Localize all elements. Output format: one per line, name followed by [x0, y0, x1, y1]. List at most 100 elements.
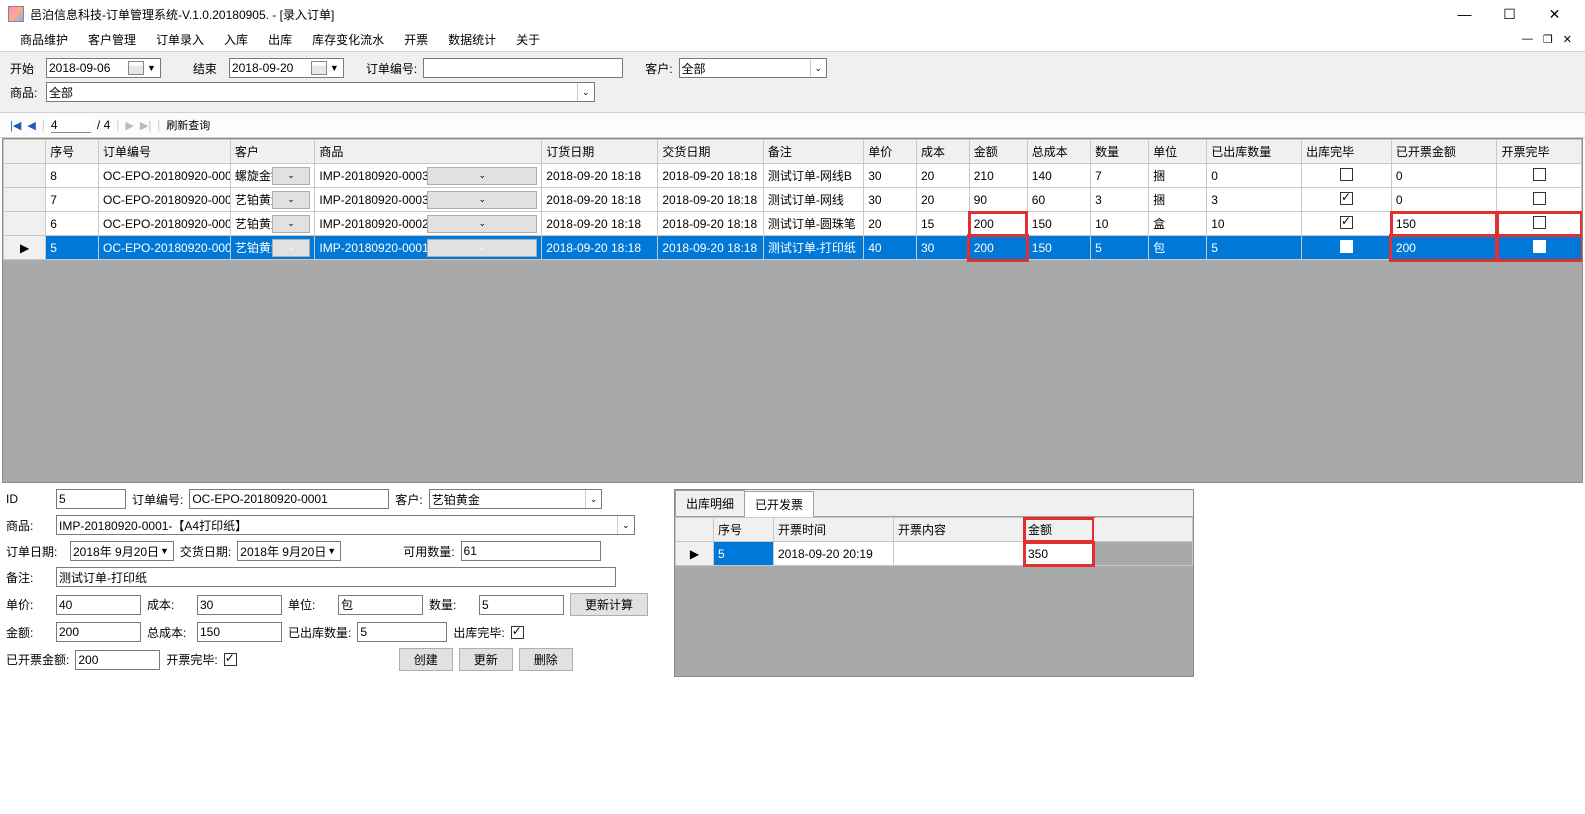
- create-button[interactable]: 创建: [399, 648, 453, 671]
- qty-input[interactable]: [479, 595, 564, 615]
- totalcost-input[interactable]: [197, 622, 282, 642]
- nav-refresh-button[interactable]: 刷新查询: [166, 117, 210, 133]
- mdi-close-icon[interactable]: ✕: [1560, 33, 1575, 46]
- minimize-button[interactable]: —: [1442, 0, 1487, 28]
- table-row[interactable]: 8OC-EPO-20180920-0004螺旋金钢⌄IMP-20180920-0…: [4, 164, 1582, 188]
- column-header[interactable]: 单价: [864, 140, 917, 164]
- menu-item[interactable]: 入库: [214, 29, 258, 50]
- checkbox[interactable]: [1533, 168, 1546, 181]
- chevron-down-icon[interactable]: ▼: [325, 546, 338, 556]
- column-header[interactable]: 序号: [46, 140, 99, 164]
- invoiced-input[interactable]: [75, 650, 160, 670]
- menu-item[interactable]: 商品维护: [10, 29, 78, 50]
- mdi-minimize-icon[interactable]: —: [1519, 33, 1536, 46]
- maximize-button[interactable]: ☐: [1487, 0, 1532, 28]
- column-header[interactable]: 数量: [1091, 140, 1149, 164]
- nav-last-icon[interactable]: ▶|: [140, 119, 151, 132]
- invdone-checkbox[interactable]: [224, 653, 237, 666]
- checkbox[interactable]: [1340, 240, 1353, 253]
- chevron-down-icon[interactable]: ⌄: [585, 490, 602, 508]
- chevron-down-icon[interactable]: ⌄: [272, 167, 311, 185]
- column-header[interactable]: 总成本: [1027, 140, 1090, 164]
- nav-prev-icon[interactable]: ◀: [27, 119, 35, 132]
- column-header[interactable]: 序号: [714, 518, 774, 542]
- menu-item[interactable]: 数据统计: [438, 29, 506, 50]
- end-date-input[interactable]: ▼: [229, 58, 344, 78]
- chevron-down-icon[interactable]: ⌄: [427, 191, 537, 209]
- customer-combo[interactable]: ⌄: [679, 58, 828, 78]
- menu-item[interactable]: 订单录入: [146, 29, 214, 50]
- checkbox[interactable]: [1533, 216, 1546, 229]
- orderno-input[interactable]: [423, 58, 623, 78]
- tab-invoiced[interactable]: 已开发票: [744, 491, 814, 517]
- column-header[interactable]: 订单编号: [98, 140, 230, 164]
- outqty-input[interactable]: [357, 622, 447, 642]
- nav-next-icon[interactable]: ▶: [125, 119, 133, 132]
- chevron-down-icon[interactable]: ⌄: [272, 191, 311, 209]
- column-header[interactable]: 交货日期: [658, 140, 764, 164]
- menu-item[interactable]: 开票: [394, 29, 438, 50]
- chevron-down-icon[interactable]: ⌄: [427, 239, 537, 257]
- mdi-restore-icon[interactable]: ❐: [1540, 33, 1556, 46]
- column-header[interactable]: 金额: [969, 140, 1027, 164]
- price-input[interactable]: [56, 595, 141, 615]
- chevron-down-icon[interactable]: ⌄: [427, 215, 537, 233]
- available-input[interactable]: [461, 541, 601, 561]
- orderdate-input[interactable]: ▼: [70, 541, 174, 561]
- column-header[interactable]: 客户: [230, 140, 314, 164]
- checkbox[interactable]: [1340, 168, 1353, 181]
- chevron-down-icon[interactable]: ⌄: [272, 239, 311, 257]
- chevron-down-icon[interactable]: ▼: [145, 63, 158, 73]
- column-header[interactable]: 备注: [763, 140, 863, 164]
- column-header[interactable]: 开票内容: [894, 518, 1024, 542]
- unit-input[interactable]: [338, 595, 423, 615]
- chevron-down-icon[interactable]: ▼: [158, 546, 171, 556]
- column-header[interactable]: 已出库数量: [1207, 140, 1302, 164]
- deliverydate-input[interactable]: ▼: [237, 541, 341, 561]
- table-row[interactable]: 7OC-EPO-20180920-0003艺铂黄金⌄IMP-20180920-0…: [4, 188, 1582, 212]
- menu-item[interactable]: 出库: [258, 29, 302, 50]
- amount-input[interactable]: [56, 622, 141, 642]
- chevron-down-icon[interactable]: ⌄: [272, 215, 311, 233]
- product-combo[interactable]: ⌄: [46, 82, 595, 102]
- column-header[interactable]: 已开票金额: [1391, 140, 1497, 164]
- chevron-down-icon[interactable]: ▼: [328, 63, 341, 73]
- chevron-down-icon[interactable]: ⌄: [617, 516, 634, 534]
- orderno-input[interactable]: [189, 489, 389, 509]
- column-header[interactable]: 单位: [1149, 140, 1207, 164]
- row-header[interactable]: [4, 188, 46, 212]
- chevron-down-icon[interactable]: ⌄: [427, 167, 537, 185]
- checkbox[interactable]: [1340, 192, 1353, 205]
- chevron-down-icon[interactable]: ⌄: [810, 59, 827, 77]
- menu-item[interactable]: 库存变化流水: [302, 29, 394, 50]
- close-button[interactable]: ✕: [1532, 0, 1577, 28]
- row-header[interactable]: [4, 212, 46, 236]
- outdone-checkbox[interactable]: [511, 626, 524, 639]
- id-input[interactable]: [56, 489, 126, 509]
- column-header[interactable]: 金额: [1024, 518, 1094, 542]
- nav-current-input[interactable]: [51, 118, 91, 133]
- row-header[interactable]: [4, 164, 46, 188]
- start-date-input[interactable]: ▼: [46, 58, 161, 78]
- column-header[interactable]: 成本: [916, 140, 969, 164]
- column-header[interactable]: 商品: [315, 140, 542, 164]
- nav-first-icon[interactable]: |◀: [10, 119, 21, 132]
- recalc-button[interactable]: 更新计算: [570, 593, 648, 616]
- cost-input[interactable]: [197, 595, 282, 615]
- remark-input[interactable]: [56, 567, 616, 587]
- checkbox[interactable]: [1340, 216, 1353, 229]
- product-combo[interactable]: ⌄: [56, 515, 635, 535]
- column-header[interactable]: 开票时间: [774, 518, 894, 542]
- column-header[interactable]: 开票完毕: [1497, 140, 1582, 164]
- column-header[interactable]: 订货日期: [542, 140, 658, 164]
- update-button[interactable]: 更新: [459, 648, 513, 671]
- row-header[interactable]: ▶: [4, 236, 46, 260]
- menu-item[interactable]: 客户管理: [78, 29, 146, 50]
- column-header[interactable]: 出库完毕: [1302, 140, 1392, 164]
- checkbox[interactable]: [1533, 240, 1546, 253]
- sub-grid[interactable]: 序号开票时间开票内容金额 ▶52018-09-20 20:19350: [675, 516, 1193, 676]
- table-row[interactable]: ▶5OC-EPO-20180920-0001艺铂黄金⌄IMP-20180920-…: [4, 236, 1582, 260]
- delete-button[interactable]: 删除: [519, 648, 573, 671]
- table-row[interactable]: ▶52018-09-20 20:19350: [676, 542, 1193, 566]
- checkbox[interactable]: [1533, 192, 1546, 205]
